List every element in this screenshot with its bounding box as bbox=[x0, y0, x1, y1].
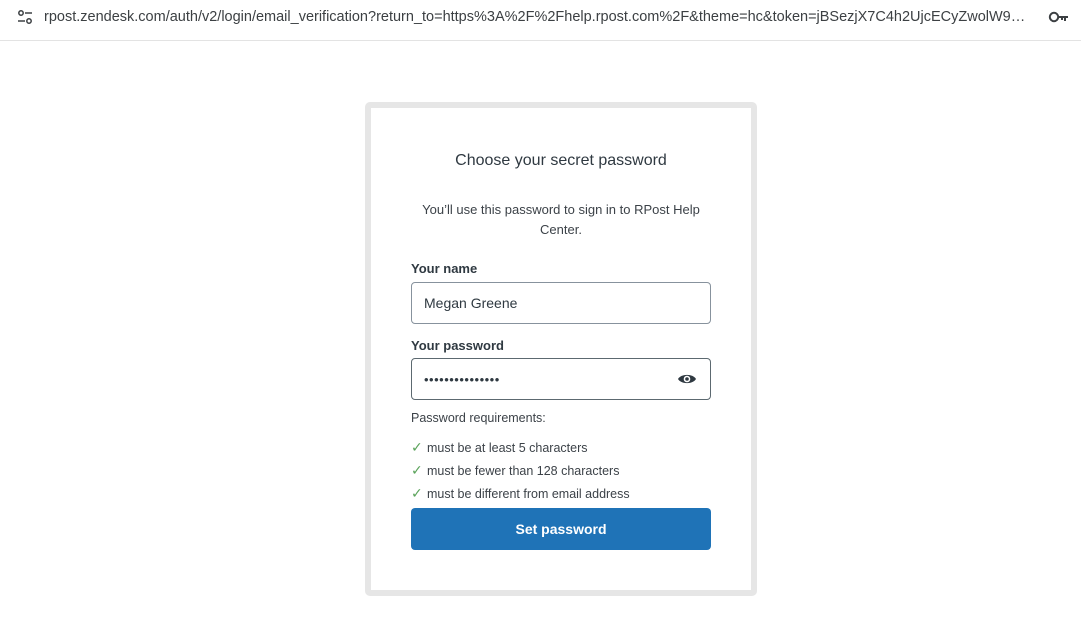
check-icon: ✓ bbox=[411, 462, 423, 478]
form-title: Choose your secret password bbox=[455, 152, 667, 169]
password-input[interactable]: ••••••••••••••• bbox=[411, 358, 711, 400]
name-input-value[interactable]: Megan Greene bbox=[424, 295, 698, 311]
requirements-list: ✓ must be at least 5 characters ✓ must b… bbox=[411, 436, 630, 505]
requirement-text: must be at least 5 characters bbox=[427, 440, 588, 455]
name-input[interactable]: Megan Greene bbox=[411, 282, 711, 324]
address-bar-divider bbox=[0, 40, 1081, 41]
password-input-value[interactable]: ••••••••••••••• bbox=[424, 372, 676, 387]
check-icon: ✓ bbox=[411, 439, 423, 455]
check-icon: ✓ bbox=[411, 485, 423, 501]
browser-address-bar: rpost.zendesk.com/auth/v2/login/email_ve… bbox=[0, 0, 1081, 34]
key-icon[interactable] bbox=[1047, 5, 1071, 29]
password-label: Your password bbox=[411, 338, 504, 353]
requirement-text: must be fewer than 128 characters bbox=[427, 463, 620, 478]
password-form: Choose your secret password You’ll use t… bbox=[371, 108, 751, 590]
form-subtitle: You’ll use this password to sign in to R… bbox=[422, 202, 700, 237]
site-settings-icon[interactable] bbox=[14, 6, 36, 28]
requirement-item: ✓ must be fewer than 128 characters bbox=[411, 459, 630, 482]
requirement-text: must be different from email address bbox=[427, 486, 630, 501]
eye-icon[interactable] bbox=[676, 368, 698, 390]
requirement-item: ✓ must be at least 5 characters bbox=[411, 436, 630, 459]
omnibox[interactable]: rpost.zendesk.com/auth/v2/login/email_ve… bbox=[14, 0, 1037, 34]
set-password-button[interactable]: Set password bbox=[411, 508, 711, 550]
requirement-item: ✓ must be different from email address bbox=[411, 482, 630, 505]
password-card: Choose your secret password You’ll use t… bbox=[365, 102, 757, 596]
name-label: Your name bbox=[411, 261, 478, 276]
url-text[interactable]: rpost.zendesk.com/auth/v2/login/email_ve… bbox=[44, 9, 1034, 25]
requirements-title: Password requirements: bbox=[411, 411, 546, 425]
